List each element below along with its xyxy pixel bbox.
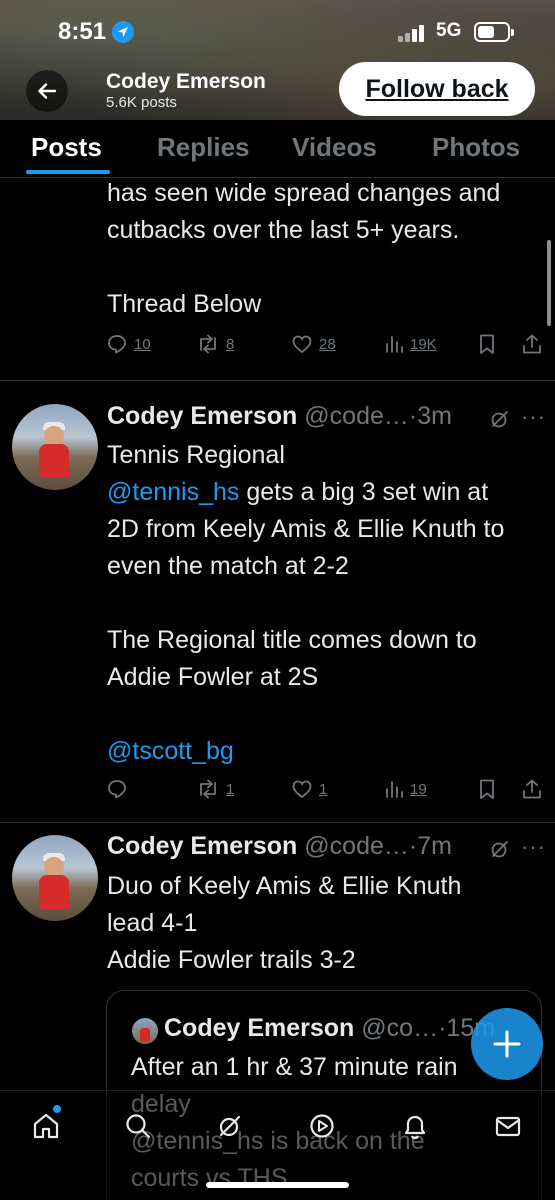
signal-icon — [398, 24, 428, 42]
avatar[interactable] — [12, 404, 98, 490]
repost-button[interactable]: 1 — [196, 778, 234, 800]
like-button[interactable]: 28 — [291, 333, 336, 355]
share-icon — [523, 779, 541, 799]
views-icon — [386, 336, 403, 353]
like-count: 1 — [319, 780, 328, 798]
home-icon[interactable] — [31, 1111, 61, 1141]
repost-icon — [200, 779, 216, 799]
tweet-time: ·7m — [408, 832, 452, 860]
like-count: 28 — [319, 335, 336, 353]
like-icon — [292, 780, 312, 799]
tweet-body: Tennis Regional @tennis_hs gets a big 3 … — [107, 437, 552, 770]
network-label: 5G — [436, 20, 462, 41]
search-icon[interactable] — [123, 1111, 153, 1141]
tweet-header: Codey Emerson @code…·7m — [107, 832, 452, 861]
communities-icon[interactable] — [307, 1111, 337, 1141]
bookmark-button[interactable] — [477, 778, 497, 800]
posts-count: 5.6K posts — [106, 94, 177, 111]
share-icon — [523, 334, 541, 354]
tweet-header: Codey Emerson @code…·3m — [107, 402, 452, 431]
views-button[interactable]: 19 — [384, 778, 427, 800]
back-button[interactable] — [26, 70, 68, 112]
tweet-line: even the match at 2-2 — [107, 552, 349, 580]
author-handle: @code… — [304, 832, 409, 860]
avatar — [132, 1018, 158, 1044]
like-button[interactable]: 1 — [291, 778, 327, 800]
mention-link[interactable]: @tennis_hs — [107, 478, 239, 506]
author-name[interactable]: Codey Emerson — [107, 832, 297, 860]
tweet-line: The Regional title comes down to — [107, 626, 477, 654]
repost-icon — [200, 334, 216, 354]
repost-count: 1 — [226, 780, 235, 798]
author-handle: @co… — [361, 1014, 439, 1042]
status-bar: 8:51 5G — [0, 0, 555, 62]
tweet-line: gets a big 3 set win at — [239, 478, 489, 506]
reply-count: 10 — [134, 335, 151, 353]
views-count: 19 — [410, 780, 427, 798]
repost-button[interactable]: 8 — [196, 333, 234, 355]
scrollbar[interactable] — [547, 240, 551, 326]
tweet-text: has seen wide spread changes and cutback… — [107, 179, 501, 318]
grok-icon[interactable] — [488, 837, 512, 861]
tweet-time: ·3m — [408, 402, 452, 430]
back-arrow-icon — [38, 83, 57, 99]
profile-name: Codey Emerson — [106, 70, 266, 93]
reply-icon — [108, 780, 126, 799]
notifications-icon[interactable] — [400, 1111, 430, 1141]
location-arrow-icon — [112, 21, 134, 43]
share-button[interactable] — [521, 778, 543, 800]
tweet-line: Tennis Regional — [107, 441, 285, 469]
more-icon[interactable]: ··· — [521, 834, 546, 860]
views-button[interactable]: 19K — [384, 333, 437, 355]
tab-posts[interactable]: Posts — [31, 132, 102, 163]
active-tab-indicator — [26, 170, 110, 174]
grok-icon[interactable] — [488, 407, 512, 431]
tweet-text: Duo of Keely Amis & Ellie Knuth lead 4-1… — [107, 872, 462, 974]
bookmark-icon — [480, 334, 494, 354]
tab-replies[interactable]: Replies — [157, 132, 250, 163]
messages-icon[interactable] — [493, 1111, 523, 1141]
views-icon — [386, 781, 403, 798]
mention-link[interactable]: @tscott_bg — [107, 737, 234, 765]
author-name: Codey Emerson — [164, 1014, 355, 1042]
tweet-divider — [0, 822, 555, 823]
views-count: 19K — [410, 335, 437, 353]
share-button[interactable] — [521, 333, 543, 355]
author-handle: @code… — [304, 402, 409, 430]
grok-nav-icon[interactable] — [215, 1111, 245, 1141]
tab-photos[interactable]: Photos — [432, 132, 520, 163]
like-icon — [292, 335, 312, 354]
compose-button[interactable] — [471, 1008, 543, 1080]
repost-count: 8 — [226, 335, 235, 353]
bookmark-icon — [480, 779, 494, 799]
tab-videos[interactable]: Videos — [292, 132, 377, 163]
tweet-line: 2D from Keely Amis & Ellie Knuth to — [107, 515, 505, 543]
battery-icon — [474, 22, 514, 42]
author-name[interactable]: Codey Emerson — [107, 402, 297, 430]
compose-icon — [493, 1030, 521, 1058]
reply-button[interactable]: 10 — [106, 333, 151, 355]
reply-icon — [108, 335, 126, 354]
profile-tabs: Posts Replies Videos Photos — [0, 120, 555, 178]
home-indicator[interactable] — [206, 1182, 349, 1188]
status-time: 8:51 — [58, 18, 107, 45]
avatar[interactable] — [12, 835, 98, 921]
tweet-line: Addie Fowler at 2S — [107, 663, 319, 691]
quote-header: Codey Emerson @co…·15m — [164, 1014, 495, 1043]
bookmark-button[interactable] — [477, 333, 497, 355]
follow-back-button[interactable]: Follow back — [339, 62, 535, 116]
tweet-divider — [0, 380, 555, 381]
reply-button[interactable] — [106, 778, 128, 800]
more-icon[interactable]: ··· — [521, 404, 546, 430]
